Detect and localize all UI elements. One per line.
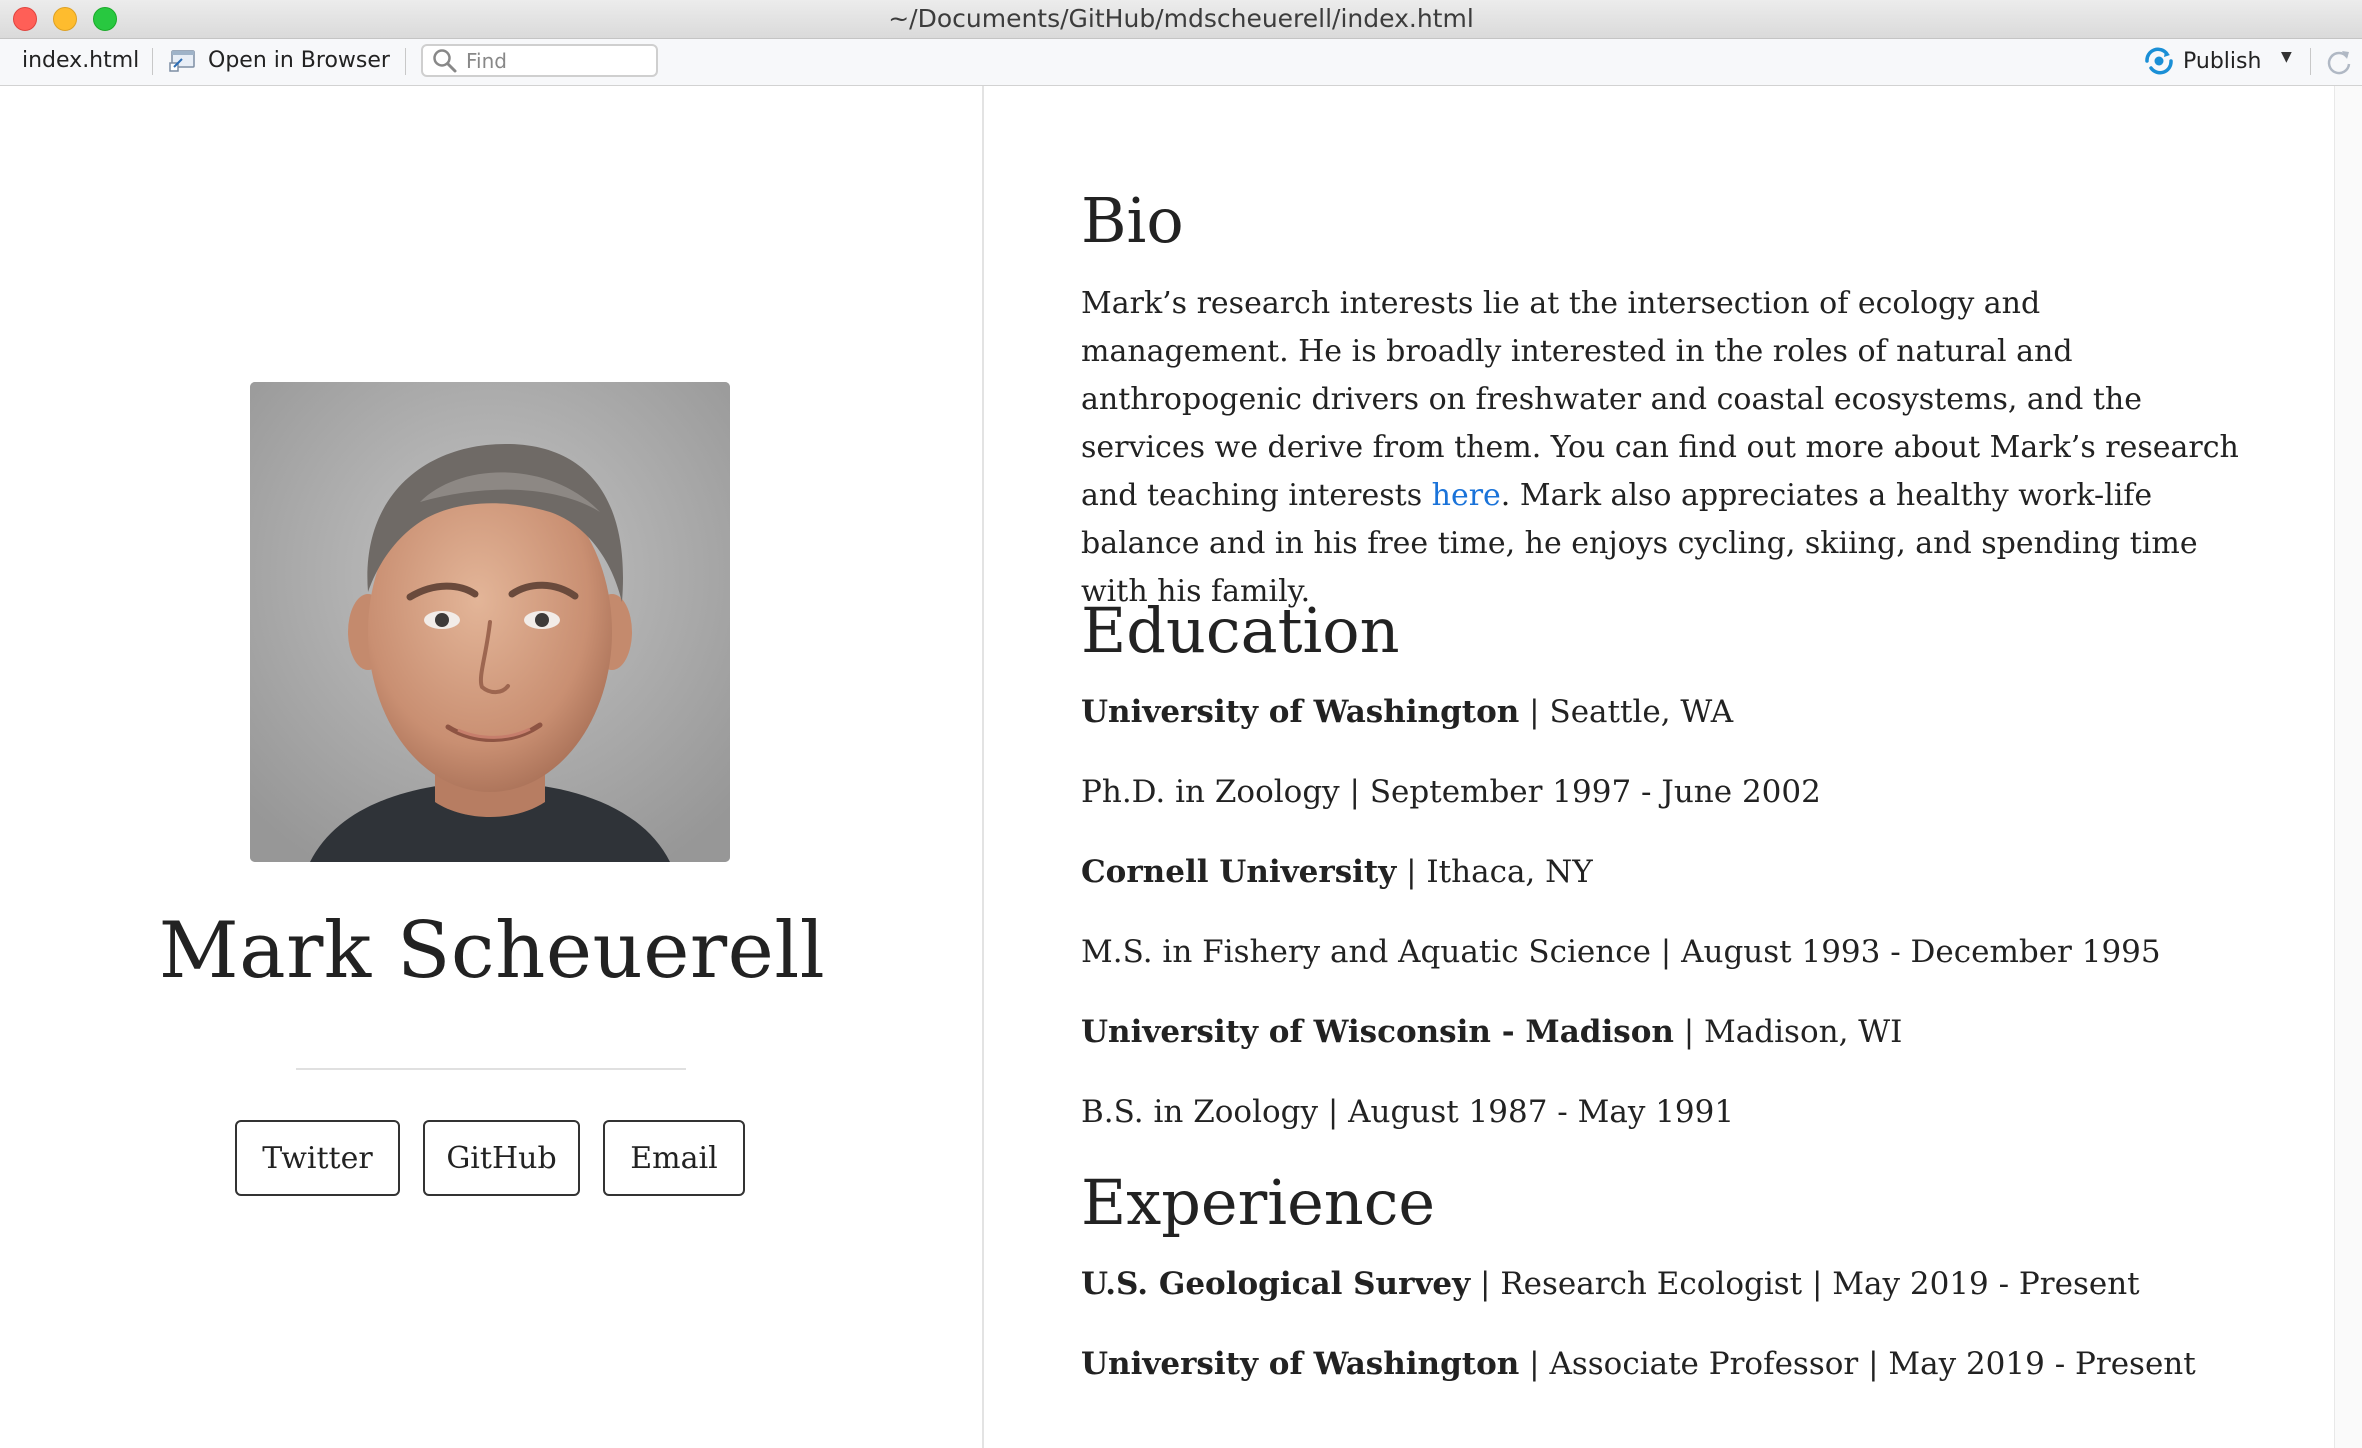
search-icon	[433, 48, 457, 72]
window-title-bar: ~/Documents/GitHub/mdscheuerell/index.ht…	[0, 0, 2362, 39]
open-in-browser-button[interactable]: Open in Browser	[168, 48, 390, 73]
name-divider	[296, 1068, 686, 1070]
employer-name: U.S. Geological Survey	[1081, 1266, 1471, 1302]
open-in-browser-label: Open in Browser	[208, 48, 390, 73]
education-degree: Ph.D. in Zoology | September 1997 - June…	[1081, 774, 1821, 810]
file-name-label: index.html	[22, 48, 140, 73]
publish-button[interactable]: Publish	[2143, 47, 2261, 75]
github-button[interactable]: GitHub	[423, 1120, 580, 1196]
main-content: Bio Mark’s research interests lie at the…	[984, 86, 2334, 1448]
toolbar-separator	[152, 48, 153, 75]
research-link[interactable]: here	[1432, 478, 1501, 513]
open-in-browser-icon	[169, 49, 195, 72]
scrollbar[interactable]	[2334, 86, 2362, 1448]
school-location: | Ithaca, NY	[1396, 854, 1593, 890]
profile-name: Mark Scheuerell	[158, 906, 826, 996]
employer-name: University of Washington	[1081, 1346, 1520, 1382]
school-location: | Madison, WI	[1673, 1014, 1903, 1050]
twitter-button[interactable]: Twitter	[235, 1120, 400, 1196]
experience-heading: Experience	[1081, 1166, 1436, 1239]
school-name: University of Washington	[1081, 694, 1520, 730]
profile-sidebar: Mark Scheuerell Twitter GitHub Email	[0, 86, 984, 1448]
experience-entry: University of Washington | Associate Pro…	[1081, 1346, 2196, 1382]
education-school: Cornell University | Ithaca, NY	[1081, 854, 1593, 890]
school-name: Cornell University	[1081, 854, 1397, 890]
window-title: ~/Documents/GitHub/mdscheuerell/index.ht…	[888, 4, 1474, 33]
education-school: University of Washington | Seattle, WA	[1081, 694, 1733, 730]
school-location: | Seattle, WA	[1519, 694, 1734, 730]
experience-entry: U.S. Geological Survey | Research Ecolog…	[1081, 1266, 2140, 1302]
profile-photo	[250, 382, 730, 862]
find-input[interactable]	[466, 48, 636, 73]
publish-icon	[2145, 47, 2173, 75]
toolbar-separator	[2310, 48, 2311, 75]
bio-heading: Bio	[1081, 184, 1184, 257]
education-school: University of Wisconsin - Madison | Madi…	[1081, 1014, 1902, 1050]
position-detail: | Research Ecologist | May 2019 - Presen…	[1470, 1266, 2140, 1302]
refresh-icon	[2327, 51, 2351, 75]
education-degree: M.S. in Fishery and Aquatic Science | Au…	[1081, 934, 2161, 970]
publish-label: Publish	[2183, 48, 2262, 74]
school-name: University of Wisconsin - Madison	[1081, 1014, 1674, 1050]
viewer-toolbar: index.html Open in Browser Publish ▼	[0, 39, 2362, 86]
education-heading: Education	[1081, 594, 1400, 667]
refresh-button[interactable]	[2325, 48, 2353, 82]
find-box[interactable]	[421, 44, 658, 77]
email-button[interactable]: Email	[603, 1120, 745, 1196]
toolbar-separator	[405, 48, 406, 75]
bio-paragraph: Mark’s research interests lie at the int…	[1081, 280, 2246, 616]
publish-menu-chevron-down-icon[interactable]: ▼	[2281, 49, 2292, 65]
position-detail: | Associate Professor | May 2019 - Prese…	[1519, 1346, 2196, 1382]
education-degree: B.S. in Zoology | August 1987 - May 1991	[1081, 1094, 1735, 1130]
